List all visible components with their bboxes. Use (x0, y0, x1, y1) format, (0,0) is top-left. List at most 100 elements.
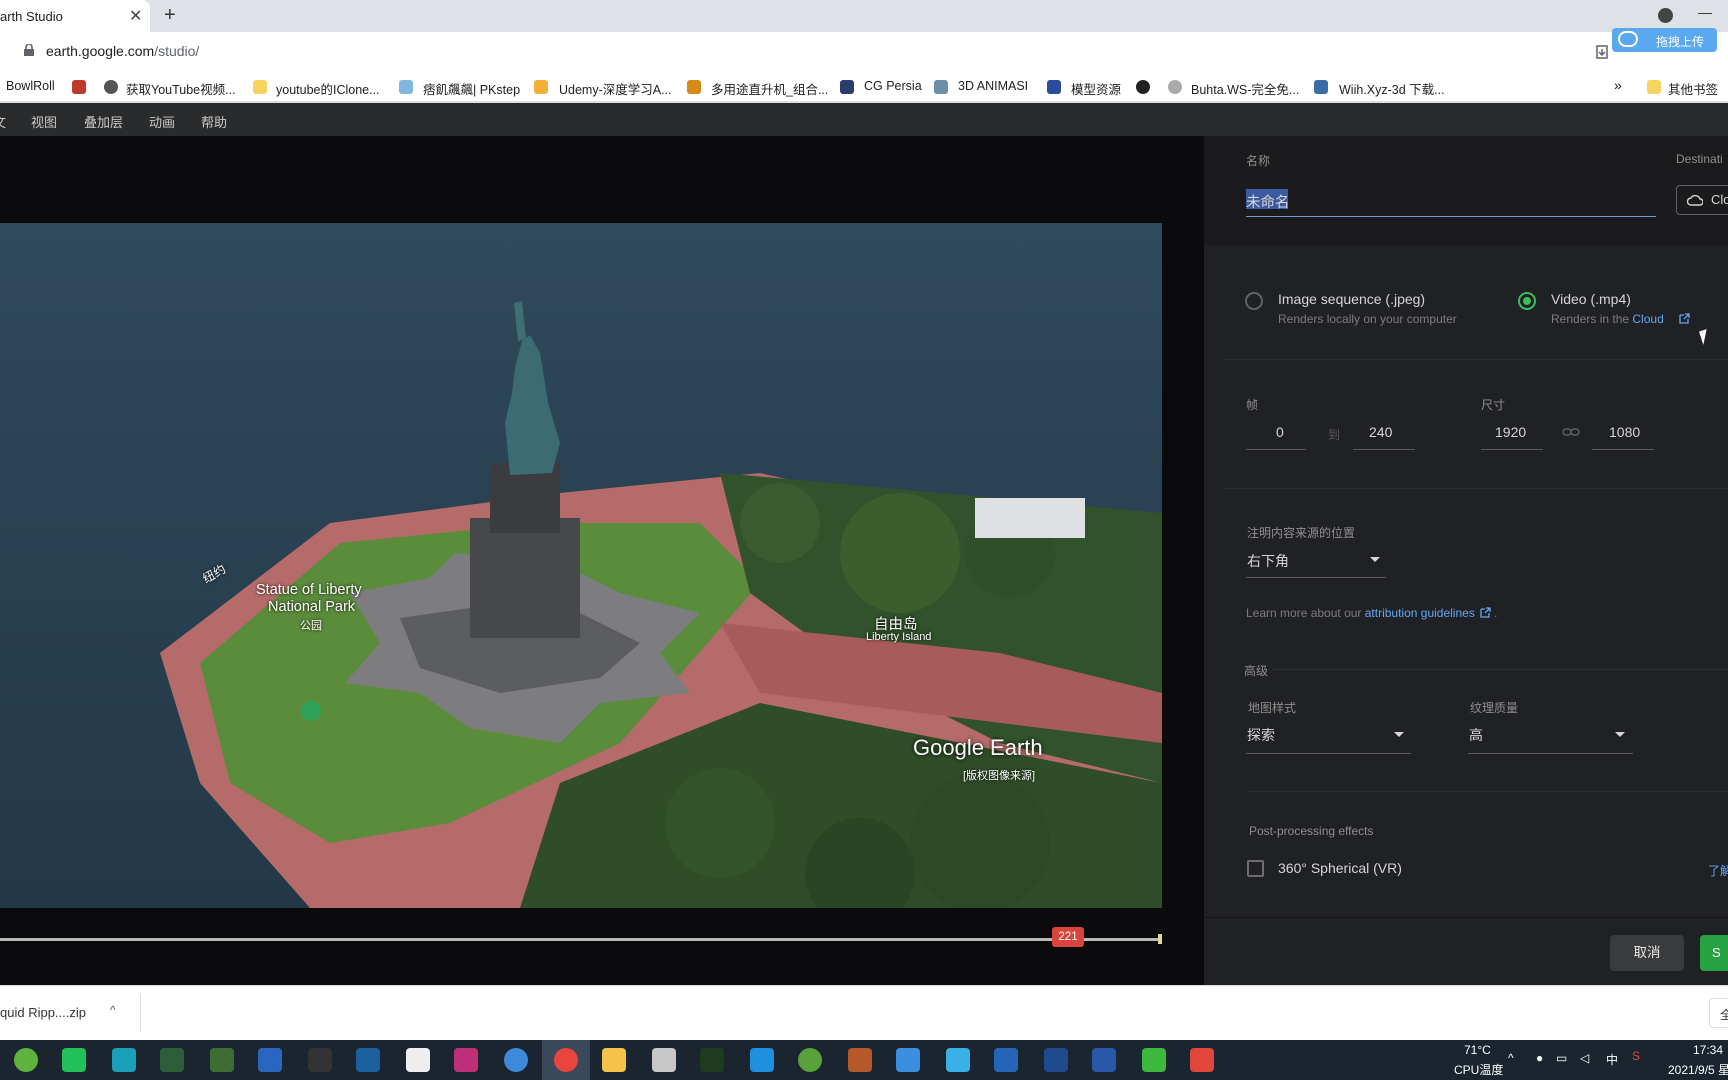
name-field[interactable]: 未命名 (1246, 191, 1290, 212)
app-icon[interactable] (994, 1048, 1018, 1072)
menu-overlays[interactable]: 叠加层 (84, 112, 123, 131)
learn-more-link[interactable]: 了解 (1708, 862, 1728, 879)
bookmark-favicon (687, 80, 701, 94)
bookmark-item[interactable]: 3D ANIMASI (958, 79, 1028, 93)
cloud-link[interactable]: Cloud (1632, 312, 1663, 326)
github-icon[interactable] (1136, 80, 1150, 94)
bookmark-item[interactable]: 痞飢飆飆| PKstep (423, 79, 520, 98)
app-icon[interactable] (750, 1048, 774, 1072)
clock-time[interactable]: 17:34 (1693, 1043, 1723, 1057)
app-icon[interactable] (356, 1048, 380, 1072)
menu-help[interactable]: 帮助 (201, 112, 227, 131)
frame-end-field[interactable]: 240 (1369, 424, 1392, 440)
advanced-label: 高级 (1244, 664, 1269, 678)
app-icon[interactable] (14, 1048, 38, 1072)
bookmark-item[interactable]: 多用途直升机_组合... (711, 79, 828, 98)
frame-start-field[interactable]: 0 (1276, 424, 1284, 440)
bookmark-item[interactable]: CG Persia (864, 79, 922, 93)
bookmark-item[interactable]: Udemy-深度学习A... (559, 79, 672, 98)
app-icon[interactable] (1044, 1048, 1068, 1072)
other-bookmarks[interactable]: 其他书签 (1668, 79, 1718, 98)
app-icon[interactable] (454, 1048, 478, 1072)
menu-view[interactable]: 视图 (31, 112, 57, 131)
close-tab-icon[interactable]: ✕ (129, 6, 142, 26)
download-shelf: quid Ripp....zip ^ 全 (0, 985, 1728, 1040)
bookmark-item[interactable]: Buhta.WS-完全免... (1191, 79, 1299, 98)
app-icon[interactable] (258, 1048, 282, 1072)
clock-date[interactable]: 2021/9/5 星 (1668, 1061, 1728, 1078)
more-bookmarks-icon[interactable]: » (1614, 77, 1622, 93)
download-item[interactable]: quid Ripp....zip (0, 1005, 86, 1020)
app-icon[interactable] (62, 1048, 86, 1072)
width-field[interactable]: 1920 (1495, 424, 1526, 440)
app-icon[interactable] (652, 1048, 676, 1072)
chevron-up-icon[interactable]: ^ (110, 1003, 116, 1017)
upload-badge[interactable]: 拖拽上传 (1612, 28, 1717, 52)
menu-file[interactable]: 文 (0, 112, 6, 131)
network-icon[interactable]: ▭ (1556, 1051, 1567, 1065)
app-icon[interactable] (504, 1048, 528, 1072)
link-aspect-icon[interactable] (1562, 427, 1580, 437)
timeline-track[interactable] (0, 938, 1162, 941)
map-style-select[interactable]: 探索 (1247, 725, 1275, 745)
bookmark-item[interactable]: 模型资源 (1071, 79, 1121, 98)
video-radio[interactable] (1518, 292, 1536, 310)
folder-icon (253, 80, 267, 94)
app-icon[interactable] (1190, 1048, 1214, 1072)
app-icon[interactable] (1142, 1048, 1166, 1072)
app-icon[interactable] (896, 1048, 920, 1072)
lock-icon (24, 44, 34, 56)
bookmark-item[interactable]: Wiih.Xyz-3d 下载... (1339, 79, 1445, 98)
video-label[interactable]: Video (.mp4) (1551, 291, 1631, 307)
app-icon[interactable] (848, 1048, 872, 1072)
attribution-guidelines-link[interactable]: attribution guidelines (1365, 606, 1475, 620)
vr-label[interactable]: 360° Spherical (VR) (1278, 860, 1402, 876)
url-text[interactable]: earth.google.com/studio/ (46, 43, 199, 59)
painter-icon[interactable] (700, 1048, 724, 1072)
video-desc-text: Renders in the (1551, 312, 1630, 326)
app-icon[interactable] (210, 1048, 234, 1072)
attribution-select[interactable]: 右下角 (1247, 551, 1289, 571)
folder-icon[interactable] (602, 1048, 626, 1072)
show-all-button[interactable]: 全 (1709, 998, 1728, 1028)
sogou-icon[interactable]: S (1632, 1049, 1640, 1063)
vr-checkbox[interactable] (1247, 860, 1264, 877)
volume-icon[interactable]: ◁ (1580, 1051, 1589, 1065)
field-underline (1246, 449, 1306, 450)
menu-animation[interactable]: 动画 (149, 112, 175, 131)
profile-menu-icon[interactable] (1658, 8, 1673, 23)
timeline-end-handle[interactable] (1158, 934, 1162, 944)
texture-quality-select[interactable]: 高 (1469, 725, 1483, 745)
app-icon[interactable] (1092, 1048, 1116, 1072)
current-frame-marker[interactable]: 221 (1052, 927, 1084, 947)
ime-indicator[interactable]: 中 (1606, 1051, 1618, 1068)
earth-3d-view[interactable]: Statue of Liberty National Park 公园 自由岛 L… (0, 223, 1162, 908)
cancel-button[interactable]: 取消 (1610, 935, 1684, 971)
microphone-icon[interactable]: ● (1536, 1051, 1543, 1065)
bookmark-item[interactable]: youtube的IClone... (276, 79, 380, 98)
map-label-statue: Statue of Liberty (256, 582, 362, 598)
maya-icon[interactable] (112, 1048, 136, 1072)
chevron-down-icon[interactable] (1615, 732, 1625, 737)
height-field[interactable]: 1080 (1609, 424, 1640, 440)
app-icon[interactable] (160, 1048, 184, 1072)
destination-select[interactable]: Clo (1676, 185, 1728, 215)
file-icon[interactable] (406, 1048, 430, 1072)
chevron-down-icon[interactable] (1370, 557, 1380, 562)
browser-tab[interactable]: arth Studio ✕ (0, 0, 150, 32)
image-sequence-label[interactable]: Image sequence (.jpeg) (1278, 291, 1425, 307)
app-icon[interactable] (308, 1048, 332, 1072)
start-render-button[interactable]: S (1700, 935, 1728, 971)
minimize-icon[interactable]: — (1698, 4, 1712, 20)
image-sequence-radio[interactable] (1245, 292, 1263, 310)
bookmark-item[interactable]: BowlRoll (6, 79, 55, 93)
bookmark-item[interactable]: 获取YouTube视频... (126, 79, 236, 98)
app-icon[interactable] (946, 1048, 970, 1072)
app-icon[interactable] (798, 1048, 822, 1072)
download-icon[interactable] (1594, 44, 1610, 60)
chrome-icon[interactable] (554, 1048, 578, 1072)
address-bar[interactable]: earth.google.com/studio/ (0, 32, 1728, 72)
chevron-down-icon[interactable] (1394, 732, 1404, 737)
chevron-up-icon[interactable]: ^ (1508, 1051, 1514, 1065)
new-tab-button[interactable]: + (164, 4, 176, 27)
